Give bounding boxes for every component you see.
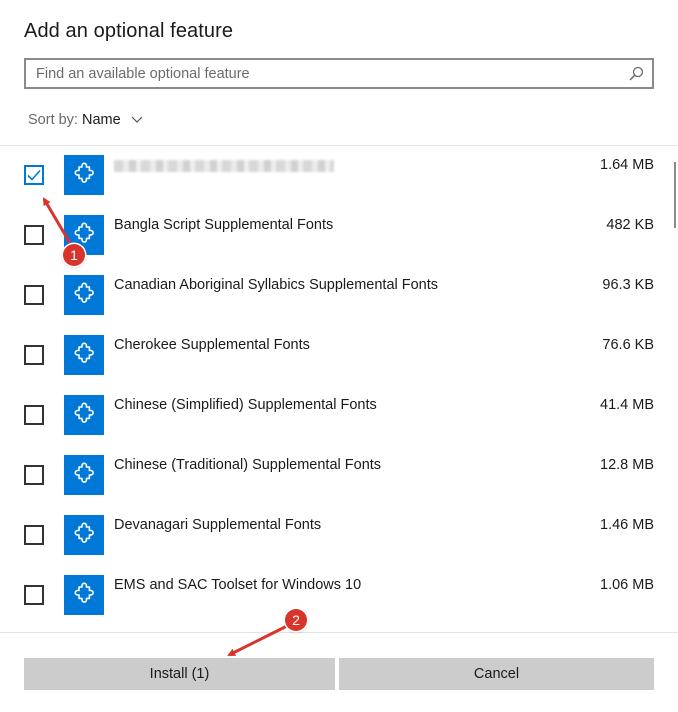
feature-row[interactable]: Chinese (Simplified) Supplemental Fonts 4… <box>0 386 678 446</box>
annotation-marker-2: 2 <box>285 609 307 631</box>
puzzle-piece-icon <box>64 275 104 315</box>
feature-list: 1.64 MB Bangla Script Supplemental Fonts 4… <box>0 146 678 632</box>
feature-row[interactable]: Cherokee Supplemental Fonts 76.6 KB <box>0 326 678 386</box>
puzzle-piece-icon <box>64 455 104 495</box>
feature-size: 1.64 MB <box>600 157 654 173</box>
feature-row[interactable]: Bangla Script Supplemental Fonts 482 KB <box>0 206 678 266</box>
feature-row[interactable]: Canadian Aboriginal Syllabics Supplement… <box>0 266 678 326</box>
feature-checkbox[interactable] <box>24 525 44 545</box>
feature-checkbox[interactable] <box>24 405 44 425</box>
feature-size: 1.06 MB <box>600 577 654 593</box>
feature-checkbox[interactable] <box>24 225 44 245</box>
puzzle-piece-icon <box>64 335 104 375</box>
dialog-title: Add an optional feature <box>24 20 234 42</box>
annotation-marker-1: 1 <box>63 244 85 266</box>
scrollbar[interactable] <box>674 162 676 228</box>
puzzle-piece-icon <box>64 515 104 555</box>
feature-checkbox[interactable] <box>24 465 44 485</box>
search-box[interactable] <box>24 58 654 89</box>
feature-checkbox[interactable] <box>24 585 44 605</box>
search-icon[interactable] <box>628 66 644 82</box>
feature-checkbox[interactable] <box>24 345 44 365</box>
sort-label: Sort by: <box>28 112 78 128</box>
sort-value[interactable]: Name <box>82 112 121 128</box>
puzzle-piece-icon <box>64 155 104 195</box>
puzzle-piece-icon <box>64 395 104 435</box>
feature-row[interactable]: EMS and SAC Toolset for Windows 10 1.06 M… <box>0 566 678 626</box>
chevron-down-icon[interactable] <box>131 116 143 124</box>
feature-checkbox[interactable] <box>24 285 44 305</box>
feature-name: Canadian Aboriginal Syllabics Supplement… <box>114 277 439 293</box>
feature-size: 12.8 MB <box>600 457 654 473</box>
sort-dropdown[interactable]: Sort by: Name <box>28 112 143 128</box>
feature-name: Chinese (Traditional) Supplemental Fonts <box>114 457 382 473</box>
feature-name: Bangla Script Supplemental Fonts <box>114 217 334 233</box>
feature-name-obscured <box>114 160 334 172</box>
divider <box>0 632 678 633</box>
puzzle-piece-icon <box>64 575 104 615</box>
feature-size: 1.46 MB <box>600 517 654 533</box>
feature-size: 76.6 KB <box>602 337 654 353</box>
feature-size: 96.3 KB <box>602 277 654 293</box>
add-optional-feature-dialog: Add an optional feature Sort by: Name 1.… <box>0 0 678 712</box>
install-button[interactable]: Install (1) <box>24 658 335 690</box>
feature-name: Cherokee Supplemental Fonts <box>114 337 310 353</box>
feature-name: Chinese (Simplified) Supplemental Fonts <box>114 397 377 413</box>
cancel-button[interactable]: Cancel <box>339 658 654 690</box>
search-input[interactable] <box>36 60 616 87</box>
feature-row[interactable]: Chinese (Traditional) Supplemental Fonts… <box>0 446 678 506</box>
feature-size: 41.4 MB <box>600 397 654 413</box>
feature-checkbox[interactable] <box>24 165 44 185</box>
feature-size: 482 KB <box>606 217 654 233</box>
feature-name: Devanagari Supplemental Fonts <box>114 517 322 533</box>
feature-name: EMS and SAC Toolset for Windows 10 <box>114 577 362 593</box>
checkmark-icon <box>27 169 41 181</box>
feature-row[interactable]: Devanagari Supplemental Fonts 1.46 MB <box>0 506 678 566</box>
feature-row[interactable]: 1.64 MB <box>0 146 678 206</box>
